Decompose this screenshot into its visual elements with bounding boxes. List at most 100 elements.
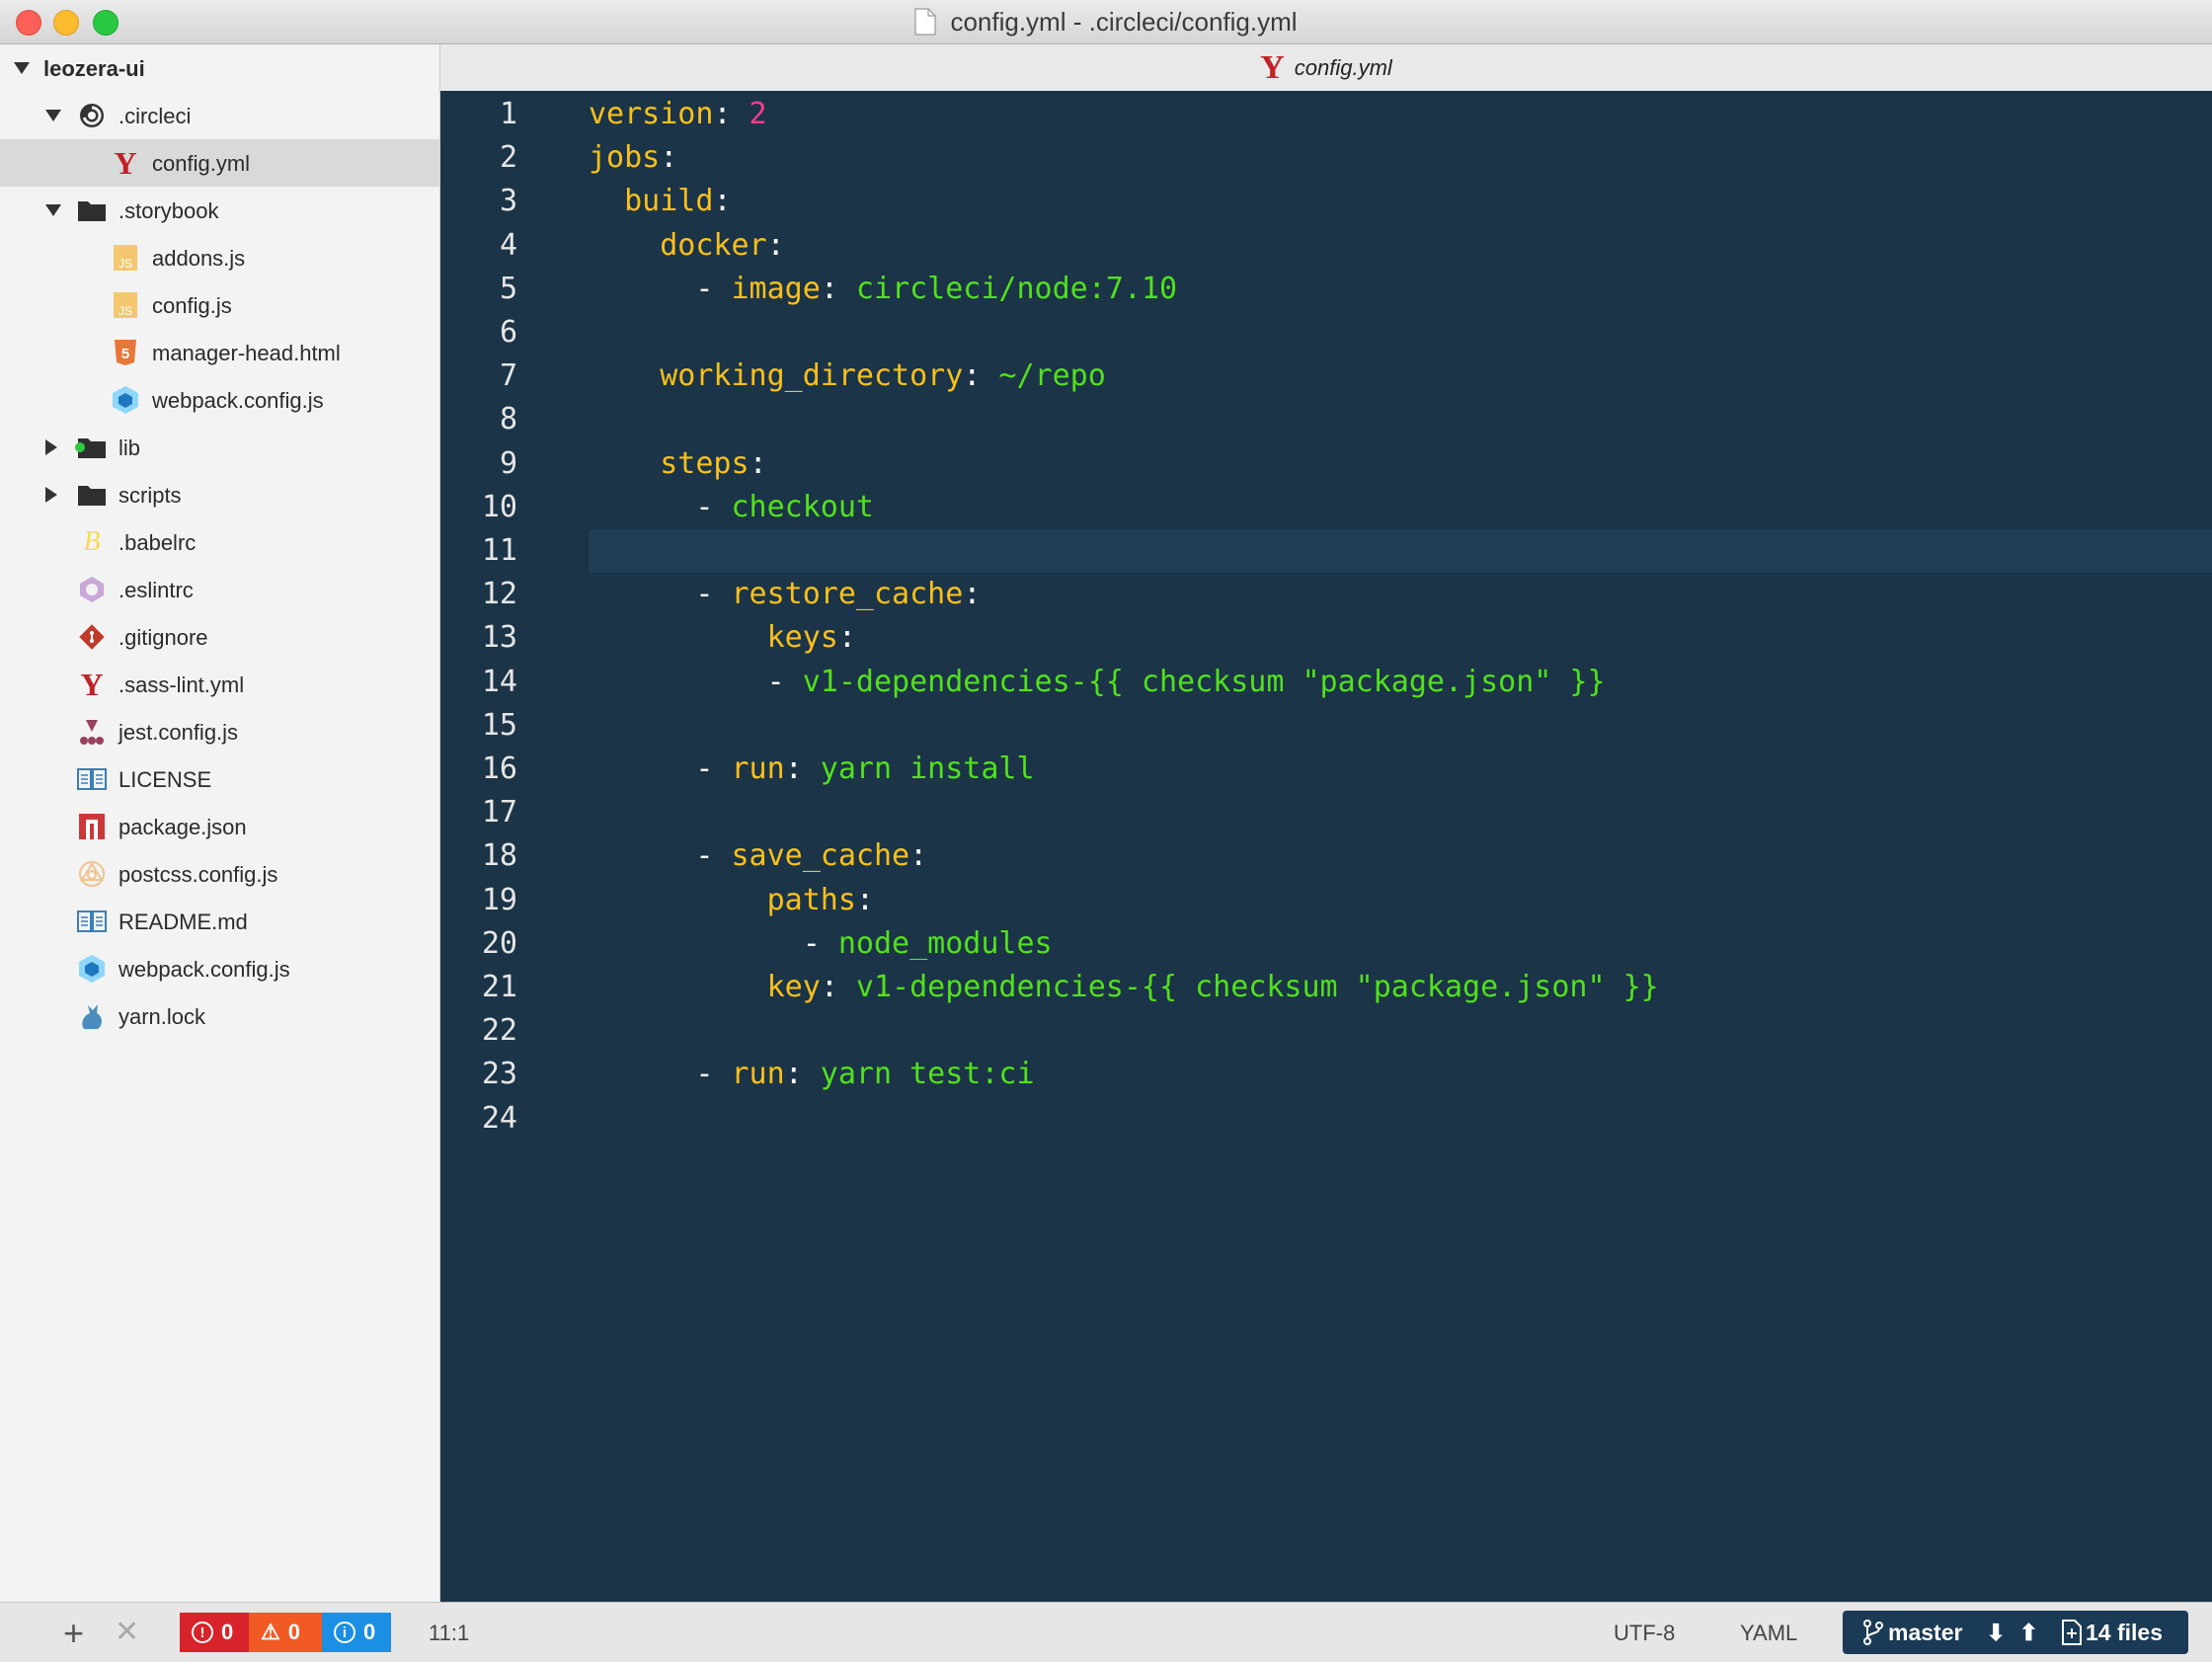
tree-item[interactable]: JS config.js (0, 281, 439, 329)
code-line[interactable]: 19 paths: (440, 879, 2212, 922)
code-line-text[interactable]: jobs: (589, 136, 2212, 180)
code-line[interactable]: 24 (440, 1097, 2212, 1141)
code-line[interactable]: 15 (440, 704, 2212, 748)
chevron-right-icon[interactable] (45, 439, 57, 455)
code-line[interactable]: 16 - run: yarn install (440, 748, 2212, 791)
tree-item[interactable]: LICENSE (0, 755, 439, 803)
code-line[interactable]: 10 - checkout (440, 486, 2212, 529)
remove-project-folder-button[interactable]: ✕ (115, 1615, 139, 1649)
tree-item[interactable]: .eslintrc (0, 566, 439, 613)
tree-item[interactable]: yarn.lock (0, 992, 439, 1040)
code-line-text[interactable]: steps: (589, 442, 2212, 486)
code-line[interactable]: 2 jobs: (440, 136, 2212, 180)
code-line-text[interactable]: build: (589, 180, 2212, 223)
code-line-text[interactable]: docker: (589, 224, 2212, 268)
code-line[interactable]: 1 version: 2 (440, 93, 2212, 136)
line-number[interactable]: 22 (440, 1009, 517, 1053)
code-line-text[interactable]: - node_modules (589, 922, 2212, 966)
warning-count-badge[interactable]: ⚠ 0 (249, 1613, 322, 1652)
info-count-badge[interactable]: i 0 (322, 1613, 391, 1652)
line-number[interactable]: 4 (440, 224, 517, 268)
code-line-text[interactable]: version: 2 (589, 93, 2212, 136)
code-line-text[interactable]: - checkout (589, 486, 2212, 529)
tree-item[interactable]: postcss.config.js (0, 850, 439, 898)
chevron-right-icon[interactable] (45, 487, 57, 503)
code-line-text[interactable] (589, 791, 2212, 834)
line-number[interactable]: 17 (440, 791, 517, 834)
line-number[interactable]: 24 (440, 1097, 517, 1141)
code-line[interactable]: 7 working_directory: ~/repo (440, 355, 2212, 398)
code-line[interactable]: 5 - image: circleci/node:7.10 (440, 268, 2212, 311)
line-number[interactable]: 3 (440, 180, 517, 223)
code-line[interactable]: 9 steps: (440, 442, 2212, 486)
code-line-text[interactable]: key: v1-dependencies-{{ checksum "packag… (589, 966, 2212, 1009)
code-line[interactable]: 3 build: (440, 180, 2212, 223)
tree-item[interactable]: scripts (0, 471, 439, 518)
tree-item[interactable]: .circleci (0, 92, 439, 139)
code-editor[interactable]: 1 version: 2 2 jobs: 3 build: 4 docker: 5 - im… (440, 91, 2212, 1602)
code-line-text[interactable]: paths: (589, 879, 2212, 922)
tab-config-yml[interactable]: Y config.yml (1260, 49, 1392, 87)
code-line[interactable]: 6 (440, 311, 2212, 355)
line-number[interactable]: 8 (440, 398, 517, 441)
line-number[interactable]: 6 (440, 311, 517, 355)
tree-item[interactable]: .storybook (0, 187, 439, 234)
tree-item[interactable]: webpack.config.js (0, 945, 439, 992)
code-line[interactable]: 18 - save_cache: (440, 834, 2212, 878)
code-line-text[interactable] (589, 704, 2212, 748)
code-line-text[interactable] (589, 529, 2212, 573)
fetch-arrow-down-icon[interactable]: ⬇ (1986, 1620, 2005, 1646)
code-line[interactable]: 23 - run: yarn test:ci (440, 1053, 2212, 1096)
tree-item[interactable]: Y .sass-lint.yml (0, 661, 439, 708)
code-line-text[interactable] (589, 398, 2212, 441)
line-number[interactable]: 9 (440, 442, 517, 486)
code-line-text[interactable] (589, 1097, 2212, 1141)
tree-item[interactable]: Yconfig.yml (0, 139, 439, 187)
code-line-text[interactable] (589, 1009, 2212, 1053)
code-line[interactable]: 12 - restore_cache: (440, 573, 2212, 616)
cursor-position[interactable]: 11:1 (429, 1621, 469, 1646)
line-number[interactable]: 11 (440, 529, 517, 573)
line-number[interactable]: 1 (440, 93, 517, 136)
line-number[interactable]: 13 (440, 616, 517, 660)
code-line[interactable]: 17 (440, 791, 2212, 834)
code-line-text[interactable]: working_directory: ~/repo (589, 355, 2212, 398)
grammar-selector[interactable]: YAML (1740, 1621, 1797, 1646)
tree-item[interactable]: JS addons.js (0, 234, 439, 281)
tree-item[interactable]: jest.config.js (0, 708, 439, 755)
code-line-text[interactable] (589, 311, 2212, 355)
line-number[interactable]: 15 (440, 704, 517, 748)
line-number[interactable]: 23 (440, 1053, 517, 1096)
code-line[interactable]: 13 keys: (440, 616, 2212, 660)
push-arrow-up-icon[interactable]: ⬆ (2019, 1620, 2038, 1646)
line-number[interactable]: 14 (440, 661, 517, 704)
code-line-text[interactable]: - restore_cache: (589, 573, 2212, 616)
line-number[interactable]: 19 (440, 879, 517, 922)
tree-root[interactable]: leozera-ui (0, 44, 439, 92)
error-count-badge[interactable]: ! 0 (180, 1613, 249, 1652)
tree-item[interactable]: webpack.config.js (0, 376, 439, 424)
code-line-text[interactable]: - image: circleci/node:7.10 (589, 268, 2212, 311)
git-status[interactable]: master ⬇ ⬆ 14 files (1843, 1611, 2188, 1654)
line-number[interactable]: 5 (440, 268, 517, 311)
file-encoding[interactable]: UTF-8 (1614, 1621, 1675, 1646)
line-number[interactable]: 7 (440, 355, 517, 398)
line-number[interactable]: 12 (440, 573, 517, 616)
chevron-down-icon[interactable] (45, 110, 61, 121)
tree-item[interactable]: README.md (0, 898, 439, 945)
code-line[interactable]: 8 (440, 398, 2212, 441)
code-line[interactable]: 22 (440, 1009, 2212, 1053)
code-line-text[interactable]: - run: yarn install (589, 748, 2212, 791)
code-line[interactable]: 14 - v1-dependencies-{{ checksum "packag… (440, 661, 2212, 704)
code-line[interactable]: 4 docker: (440, 224, 2212, 268)
code-line[interactable]: 21 key: v1-dependencies-{{ checksum "pac… (440, 966, 2212, 1009)
tree-item[interactable]: lib (0, 424, 439, 471)
code-line[interactable]: 20 - node_modules (440, 922, 2212, 966)
code-line-text[interactable]: keys: (589, 616, 2212, 660)
tree-item[interactable]: 5 manager-head.html (0, 329, 439, 376)
tree-item[interactable]: B .babelrc (0, 518, 439, 566)
code-line-text[interactable]: - save_cache: (589, 834, 2212, 878)
line-number[interactable]: 20 (440, 922, 517, 966)
line-number[interactable]: 16 (440, 748, 517, 791)
line-number[interactable]: 10 (440, 486, 517, 529)
